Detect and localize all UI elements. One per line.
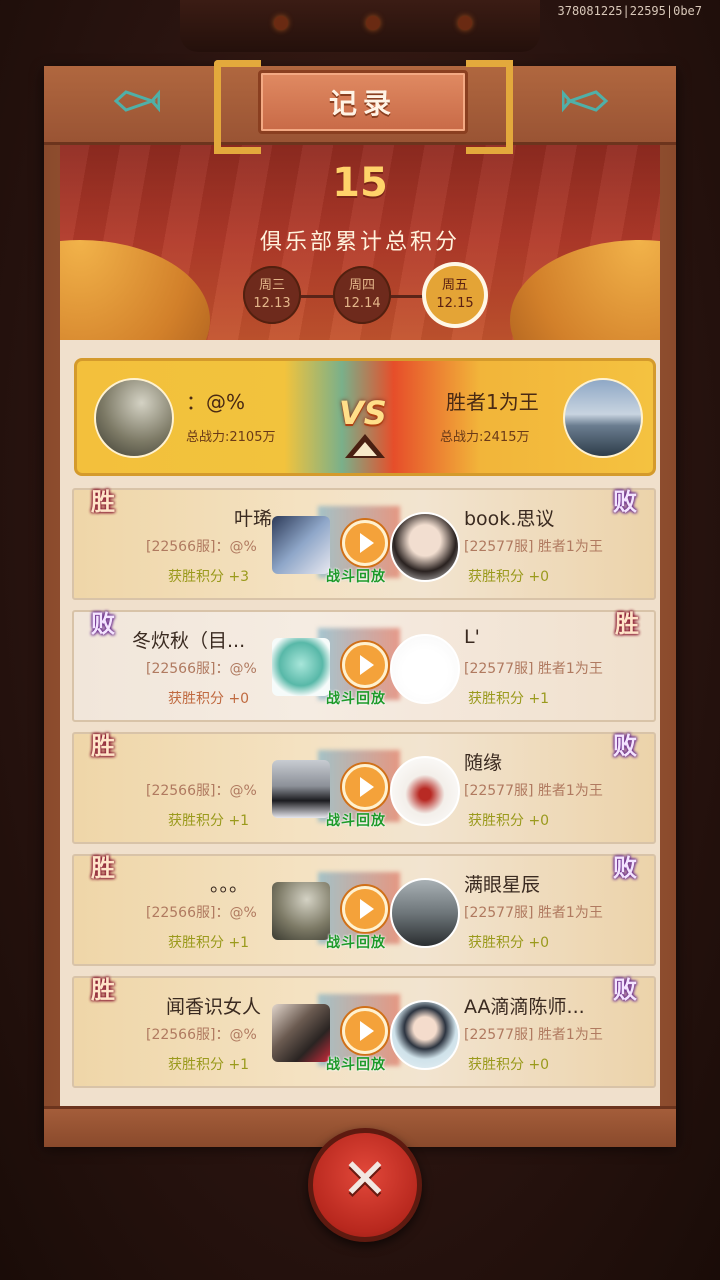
replay-button[interactable]: 战斗回放 [326, 566, 386, 586]
replay-play-icon[interactable] [342, 520, 388, 566]
left-player-name: 冬炊秋（目... [132, 630, 246, 652]
right-player-points: 获胜积分 +0 [468, 935, 550, 951]
day-tab-fri[interactable]: 周五 12.15 [426, 266, 484, 324]
avatar [272, 760, 330, 818]
total-score-label: 俱乐部累计总积分 [259, 230, 460, 255]
right-player-name: L' [464, 626, 480, 648]
right-player-name: book.思议 [464, 508, 555, 530]
day-label: 周五 [441, 278, 468, 293]
left-player-points: 获胜积分 +3 [168, 569, 250, 585]
right-player-name: 满眼星辰 [464, 874, 541, 896]
light-icon [458, 16, 472, 30]
right-club-name: 胜者1为王 [446, 390, 539, 414]
right-player-server: [22577服] 胜者1为王 [464, 1027, 603, 1043]
right-player-points: 获胜积分 +0 [468, 569, 550, 585]
title-bracket-right [466, 60, 513, 154]
right-player-server: [22577服] 胜者1为王 [464, 539, 603, 555]
avatar [390, 634, 460, 704]
right-player-server: [22577服] 胜者1为王 [464, 905, 603, 921]
result-badge-right: 败 [613, 976, 637, 1004]
close-x-icon: ✕ [341, 1147, 389, 1212]
total-score: 15 [332, 160, 388, 206]
avatar [272, 1004, 330, 1062]
left-player-points: 获胜积分 +1 [168, 813, 250, 829]
day-label: 周四 [348, 278, 375, 293]
right-player-name: 随缘 [464, 752, 503, 774]
replay-play-icon[interactable] [342, 1008, 388, 1054]
vs-label: VS [339, 394, 387, 432]
replay-play-icon[interactable] [342, 886, 388, 932]
day-tab-thu[interactable]: 周四 12.14 [333, 266, 391, 324]
left-player-name: 。。。 [210, 874, 249, 896]
left-player-points: 获胜积分 +1 [168, 1057, 250, 1073]
right-player-points: 获胜积分 +0 [468, 1057, 550, 1073]
replay-button[interactable]: 战斗回放 [326, 810, 386, 830]
day-tab-wed[interactable]: 周三 12.13 [243, 266, 301, 324]
result-badge-left: 胜 [91, 854, 115, 882]
day-label: 周三 [258, 278, 285, 293]
triangle-inner [353, 442, 377, 456]
avatar [94, 378, 174, 458]
avatar [390, 512, 460, 582]
panel-title: 记录 [258, 70, 468, 134]
result-badge-left: 胜 [91, 488, 115, 516]
replay-play-icon[interactable] [342, 642, 388, 688]
replay-button[interactable]: 战斗回放 [326, 688, 386, 708]
session-id: 378081225|22595|0be7 [557, 4, 703, 18]
result-badge-left: 胜 [91, 732, 115, 760]
day-date: 12.13 [253, 296, 291, 311]
avatar [390, 756, 460, 826]
light-icon [366, 16, 380, 30]
light-icon [274, 16, 288, 30]
left-club-name: ：@% [186, 390, 246, 414]
avatar [272, 516, 330, 574]
result-badge-right: 败 [613, 488, 637, 516]
right-player-server: [22577服] 胜者1为王 [464, 783, 603, 799]
avatar [272, 882, 330, 940]
left-player-server: [22566服]：@% [146, 905, 257, 921]
replay-button[interactable]: 战斗回放 [326, 932, 386, 952]
right-player-points: 获胜积分 +1 [468, 691, 550, 707]
avatar [390, 1000, 460, 1070]
replay-button[interactable]: 战斗回放 [326, 1054, 386, 1074]
left-player-server: [22566服]：@% [146, 1027, 257, 1043]
right-player-name: AA滴滴陈师... [464, 996, 585, 1018]
avatar [390, 878, 460, 948]
right-player-points: 获胜积分 +0 [468, 813, 550, 829]
right-player-server: [22577服] 胜者1为王 [464, 661, 603, 677]
avatar [272, 638, 330, 696]
close-button[interactable]: ✕ [308, 1128, 422, 1242]
top-decoration [180, 0, 540, 52]
result-badge-right: 胜 [615, 610, 639, 638]
left-player-server: [22566服]：@% [146, 539, 257, 555]
day-date: 12.14 [343, 296, 381, 311]
left-player-points: 获胜积分 +1 [168, 935, 250, 951]
right-club-power: 总战力:2415万 [440, 430, 530, 445]
result-badge-right: 败 [613, 854, 637, 882]
title-bracket-left [214, 60, 261, 154]
result-badge-left: 胜 [91, 976, 115, 1004]
left-club-power: 总战力:2105万 [186, 430, 276, 445]
left-player-points: 获胜积分 +0 [168, 691, 250, 707]
result-badge-left: 败 [91, 610, 115, 638]
day-date: 12.15 [436, 296, 474, 311]
left-player-name: 闻香识女人 [166, 996, 262, 1018]
result-badge-right: 败 [613, 732, 637, 760]
fish-icon [113, 89, 160, 113]
left-player-server: [22566服]：@% [146, 661, 257, 677]
avatar [563, 378, 643, 458]
left-player-name: 叶琋 [234, 508, 273, 530]
fish-icon [562, 89, 609, 113]
left-player-server: [22566服]：@% [146, 783, 257, 799]
replay-play-icon[interactable] [342, 764, 388, 810]
